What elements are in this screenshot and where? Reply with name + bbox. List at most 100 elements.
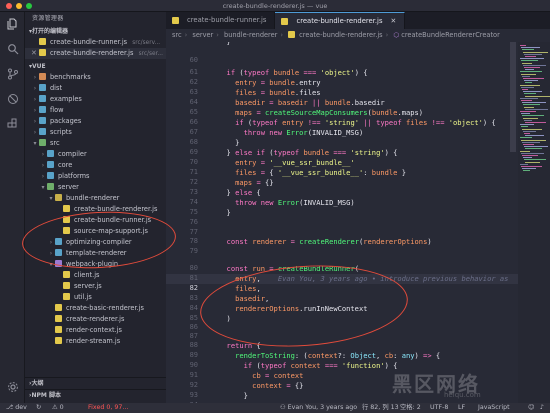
- js-file-icon: [39, 38, 46, 45]
- source-control-icon[interactable]: [6, 68, 19, 81]
- chevron-right-icon: ›: [33, 74, 37, 81]
- file-item[interactable]: create-renderer.js: [25, 314, 166, 325]
- breadcrumb-item[interactable]: create-bundle-renderer.js: [299, 31, 382, 39]
- code-editor[interactable]: 60 61 62 63 64 65 66 67 68 69 70 71 72 73 74 75 76 77 78 79…: [166, 42, 550, 403]
- encoding-status[interactable]: UTF-8: [430, 403, 448, 413]
- minimap-line: [521, 152, 544, 154]
- problems-status[interactable]: Fixed 0, 97...: [88, 403, 128, 413]
- tab-create-bundle-renderer[interactable]: create-bundle-renderer.js ✕: [275, 12, 406, 30]
- js-file-icon: [55, 337, 62, 344]
- minimap-line: [522, 141, 540, 143]
- chevron-down-icon: ▾: [41, 184, 45, 191]
- open-editor-path: src/serv...: [132, 40, 161, 46]
- tab-create-bundle-runner[interactable]: create-bundle-runner.js: [166, 12, 276, 29]
- eol-status[interactable]: LF: [458, 403, 465, 413]
- js-file-icon: [63, 293, 70, 300]
- minimap-line: [521, 86, 534, 88]
- close-icon[interactable]: ✕: [31, 48, 37, 59]
- folder-item[interactable]: › compiler: [25, 149, 166, 160]
- minimap-line: [525, 69, 534, 71]
- code-line: throw new Error(INVALID_MSG): [235, 198, 355, 207]
- search-icon[interactable]: [6, 43, 19, 56]
- open-editor-item[interactable]: create-bundle-runner.js src/serv...: [25, 37, 166, 48]
- minimap-line: [521, 126, 528, 128]
- minimap[interactable]: [518, 42, 550, 403]
- editor-scrollbar[interactable]: [510, 42, 516, 152]
- tree-item-label: packages: [50, 117, 82, 125]
- zoom-window-button[interactable]: [26, 3, 32, 9]
- tree-item-label: benchmarks: [50, 73, 91, 81]
- folder-icon: [39, 73, 46, 80]
- blame-status[interactable]: ⚇ Evan You, 3 years ago: [280, 403, 357, 413]
- folder-item[interactable]: › core: [25, 160, 166, 171]
- folder-item[interactable]: › dist: [25, 83, 166, 94]
- line-number: 67: [189, 128, 198, 136]
- file-item[interactable]: create-basic-renderer.js: [25, 303, 166, 314]
- folder-item[interactable]: › packages: [25, 116, 166, 127]
- open-editor-item[interactable]: ✕ create-bundle-renderer.js src/ser...: [25, 48, 166, 59]
- file-item[interactable]: render-context.js: [25, 325, 166, 336]
- blame-text: Evan You, 3 years ago: [287, 404, 358, 411]
- folder-item[interactable]: › benchmarks: [25, 72, 166, 83]
- code-line: cb = context: [252, 371, 304, 380]
- line-number: 71: [189, 168, 198, 176]
- language-mode[interactable]: JavaScript: [478, 403, 510, 413]
- extensions-icon[interactable]: [6, 118, 19, 131]
- indentation-status[interactable]: 空格: 2: [400, 403, 421, 413]
- breadcrumb-item[interactable]: src: [172, 31, 182, 39]
- folder-icon: [39, 139, 46, 146]
- sync-icon[interactable]: ↻: [36, 403, 41, 413]
- outline-section[interactable]: ›大纲: [25, 377, 166, 388]
- folder-item[interactable]: ▾ bundle-renderer: [25, 193, 166, 204]
- line-number: 63: [189, 88, 198, 96]
- minimap-line: [523, 91, 542, 93]
- breadcrumb-item[interactable]: createBundleRendererCreator: [401, 31, 500, 39]
- smiley-icon[interactable]: ☺: [528, 403, 535, 413]
- close-window-button[interactable]: [6, 3, 12, 9]
- open-editors-section[interactable]: ▾打开的编辑器: [25, 26, 166, 37]
- folder-item[interactable]: › scripts: [25, 127, 166, 138]
- project-section[interactable]: ▾VUE: [25, 61, 166, 72]
- status-bar: ⎇ dev ↻ ⚠ 0 Fixed 0, 97... ⚇ Evan You, 3…: [0, 403, 550, 413]
- tree-item-label: flow: [50, 106, 64, 114]
- tree-item-label: server.js: [74, 282, 102, 290]
- file-tree: › benchmarks › dist › examples › flow › packages ›…: [25, 72, 166, 347]
- bell-icon[interactable]: ♪: [540, 403, 544, 413]
- code-content[interactable]: } if (typeof bundle === 'object') { entr…: [218, 42, 518, 403]
- file-item[interactable]: render-stream.js: [25, 336, 166, 347]
- line-number: 65: [189, 108, 198, 116]
- folder-icon: [39, 117, 46, 124]
- settings-gear-icon[interactable]: [6, 381, 19, 394]
- cursor-position[interactable]: 行 82, 列 13: [362, 403, 399, 413]
- open-editor-name: create-bundle-runner.js: [50, 38, 128, 46]
- line-number: 61: [189, 68, 198, 76]
- minimap-line: [523, 104, 540, 106]
- minimap-line: [523, 64, 546, 66]
- folder-icon: [47, 183, 54, 190]
- folder-item[interactable]: › flow: [25, 105, 166, 116]
- branch-status[interactable]: ⎇ dev: [6, 403, 27, 413]
- breadcrumb-item[interactable]: bundle-renderer: [224, 31, 277, 39]
- line-number: 90: [189, 361, 198, 369]
- close-icon[interactable]: ✕: [390, 13, 396, 30]
- code-line: }: [218, 208, 231, 217]
- folder-item[interactable]: › examples: [25, 94, 166, 105]
- minimize-window-button[interactable]: [16, 3, 22, 9]
- files-icon[interactable]: [6, 18, 19, 31]
- window-controls[interactable]: [6, 3, 32, 9]
- breadcrumb-item[interactable]: server: [192, 31, 213, 39]
- minimap-line: [525, 95, 550, 97]
- file-item[interactable]: util.js: [25, 292, 166, 303]
- folder-item[interactable]: ▾ src: [25, 138, 166, 149]
- line-number: 79: [189, 247, 198, 255]
- branch-name: dev: [15, 404, 27, 411]
- folder-item[interactable]: ▾ server: [25, 182, 166, 193]
- npm-scripts-section[interactable]: ›NPM 脚本: [25, 389, 166, 400]
- folder-item[interactable]: › platforms: [25, 171, 166, 182]
- line-number: 82: [189, 284, 198, 292]
- file-item[interactable]: client.js: [25, 270, 166, 281]
- code-line: }: [218, 138, 240, 147]
- file-item[interactable]: server.js: [25, 281, 166, 292]
- minimap-line: [520, 84, 540, 86]
- debug-icon[interactable]: [6, 93, 19, 106]
